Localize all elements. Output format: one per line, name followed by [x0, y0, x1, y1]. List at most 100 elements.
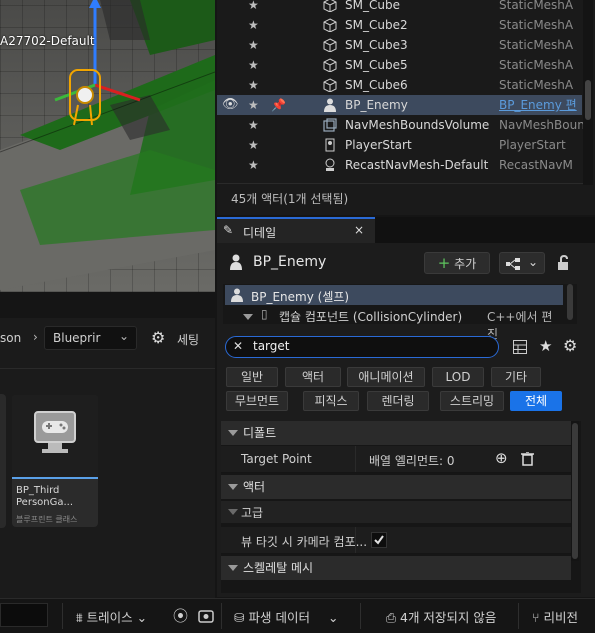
component-self-label: BP_Enemy (셀프) [251, 290, 350, 304]
static-mesh-icon [323, 0, 337, 13]
subsection-advanced[interactable]: 고급 [221, 501, 571, 523]
revision-label: 리비전 [543, 610, 579, 625]
content-browser-toolbar: son › Blueprir ⌄ ⚙ 세팅 [0, 322, 215, 356]
filter-chip[interactable]: LOD [432, 367, 484, 387]
table-view-icon[interactable] [513, 340, 527, 354]
volume-icon [323, 118, 337, 132]
capsule-icon: ▯ [261, 307, 268, 321]
component-row-self[interactable]: BP_Enemy (셀프) [225, 285, 563, 305]
star-icon[interactable]: ★ [248, 95, 259, 115]
outliner-row[interactable]: ★ PlayerStart PlayerStart [217, 135, 582, 155]
pin-icon[interactable]: 📌 [271, 95, 286, 115]
filter-chip[interactable]: 무브먼트 [226, 391, 288, 411]
star-icon[interactable]: ★ [248, 0, 259, 15]
section-skeletal-mesh[interactable]: 스켈레탈 메시 [221, 556, 571, 580]
tab-details-label: 디테일 [243, 226, 277, 240]
outliner-actor-count: 45개 액터(1개 선택됨) [231, 192, 349, 206]
record-icon[interactable]: ⦿ [173, 605, 188, 626]
trace-button[interactable]: ⩩ 트레이스 ⌄ [76, 607, 147, 626]
star-icon[interactable]: ★ [248, 115, 259, 135]
section-actor[interactable]: 액터 [221, 475, 571, 499]
outliner-row-type: StaticMeshA [499, 58, 574, 72]
outliner-row[interactable]: ★ SM_Cube5 StaticMeshA [217, 55, 582, 75]
filter-chip[interactable]: 전체 [510, 391, 562, 411]
save-icon: ⎙ [386, 610, 397, 625]
static-mesh-icon [323, 38, 337, 53]
outliner-row-type: RecastNavM [499, 158, 573, 172]
console-input[interactable] [0, 603, 48, 627]
filter-chip[interactable]: 렌더링 [367, 391, 429, 411]
asset-tile-partial[interactable] [0, 394, 6, 528]
pawn-icon [231, 288, 243, 302]
gear-icon[interactable]: ⚙ [151, 328, 165, 347]
asset-tile-bp-thirdperson-gamemode[interactable]: BP_Third PersonGa... 블루프린트 클래스 [12, 395, 98, 527]
outliner-row[interactable]: ★ NavMeshBoundsVolume NavMeshBoun [217, 115, 585, 135]
chevron-down-icon: ⌄ [119, 329, 130, 343]
components-scrollbar[interactable] [567, 284, 573, 320]
visibility-eye-icon[interactable]: 👁 [222, 95, 239, 115]
star-icon[interactable]: ★ [248, 35, 259, 55]
level-viewport[interactable]: A27702-Default [0, 0, 215, 292]
outliner-scrollbar[interactable] [583, 0, 593, 185]
filter-chip[interactable]: 액터 [285, 367, 341, 387]
search-value: target [253, 339, 290, 353]
details-search-input[interactable]: ✕ target [225, 336, 499, 358]
tab-details[interactable]: ✎ 디테일 × [217, 217, 375, 243]
asset-name-line2: PersonGa... [16, 497, 74, 508]
chevron-down-icon: ⌄ [136, 610, 148, 625]
filter-chip[interactable]: 애니메이션 [347, 367, 425, 387]
close-icon[interactable]: × [354, 223, 364, 237]
outliner-row[interactable]: ★ SM_Cube3 StaticMeshA [217, 35, 582, 55]
component-capsule-label: 캡슐 컴포넌트 (CollisionCylinder) [279, 310, 463, 324]
gear-icon[interactable]: ⚙ [563, 336, 577, 355]
lock-open-icon[interactable] [557, 255, 571, 271]
screenshot-icon[interactable] [198, 609, 214, 623]
breadcrumb-folder[interactable]: Blueprir ⌄ [44, 326, 137, 350]
view-target-checkbox[interactable] [371, 532, 387, 548]
add-element-icon[interactable]: ⊕ [495, 449, 508, 467]
outliner-row[interactable]: ★ SM_Cube6 StaticMeshA [217, 75, 582, 95]
filter-chip[interactable]: 피직스 [303, 391, 359, 411]
outliner-row[interactable]: ★ RecastNavMesh-Default RecastNavM [217, 155, 582, 175]
revision-control-button[interactable]: ⑂ 리비전 [532, 607, 578, 626]
asset-name-line1: BP_Third [16, 485, 60, 496]
outliner-row-type[interactable]: BP_Enemy 편 [499, 95, 577, 115]
static-mesh-icon [323, 58, 337, 73]
filter-chip[interactable]: 일반 [226, 367, 278, 387]
add-component-button[interactable]: + 추가 [424, 252, 490, 274]
outliner-row[interactable]: ★ SM_Cube StaticMeshA [217, 0, 582, 15]
chevron-right-icon: › [33, 330, 38, 344]
star-icon[interactable]: ★ [248, 135, 259, 155]
star-icon[interactable]: ★ [248, 55, 259, 75]
outliner-row-type: NavMeshBoun [499, 118, 585, 132]
asset-type-label: 블루프린트 클래스 [16, 515, 78, 524]
unsaved-assets-button[interactable]: ⎙ 4개 저장되지 않음 [386, 607, 496, 626]
outliner-row[interactable]: 👁 📌 ★ BP_Enemy BP_Enemy 편 [217, 95, 582, 115]
clear-search-icon[interactable]: ✕ [233, 339, 243, 353]
filter-chip[interactable]: 스트리밍 [440, 391, 504, 411]
unsaved-label: 4개 저장되지 않음 [400, 610, 497, 625]
trash-icon[interactable] [521, 452, 534, 466]
branch-icon: ⑂ [532, 610, 540, 625]
derived-data-button[interactable]: ⛁ 파생 데이터 ⌄ [234, 607, 338, 626]
star-icon[interactable]: ★ [248, 155, 259, 175]
star-icon[interactable]: ★ [248, 15, 259, 35]
static-mesh-icon [323, 78, 337, 93]
component-row-capsule[interactable]: ▯ 캡슐 컴포넌트 (CollisionCylinder) C++에서 편진 [225, 306, 563, 341]
outliner-row[interactable]: ★ SM_Cube2 StaticMeshA [217, 15, 582, 35]
subsection-advanced-label: 고급 [241, 506, 264, 520]
filter-chip[interactable]: 기타 [491, 367, 541, 387]
star-icon[interactable]: ★ [248, 75, 259, 95]
content-browser: son › Blueprir ⌄ ⚙ 세팅 BP_Third PersonGa.… [0, 318, 215, 598]
property-scrollbar[interactable] [571, 421, 579, 561]
property-list: 디폴트 Target Point 배열 엘리먼트: 0 ⊕ 액터 고급 뷰 타깃… [221, 421, 581, 593]
outliner-row-name: SM_Cube [345, 0, 400, 12]
star-favorites-icon[interactable]: ★ [539, 337, 552, 355]
section-default[interactable]: 디폴트 [221, 421, 571, 445]
settings-label[interactable]: 세팅 [177, 331, 199, 348]
pawn-icon [323, 98, 337, 112]
section-default-label: 디폴트 [243, 426, 277, 440]
player-start-icon [323, 138, 337, 152]
breadcrumb-segment-root[interactable]: son [0, 331, 21, 345]
blueprint-options-button[interactable]: ⌄ [499, 252, 545, 274]
